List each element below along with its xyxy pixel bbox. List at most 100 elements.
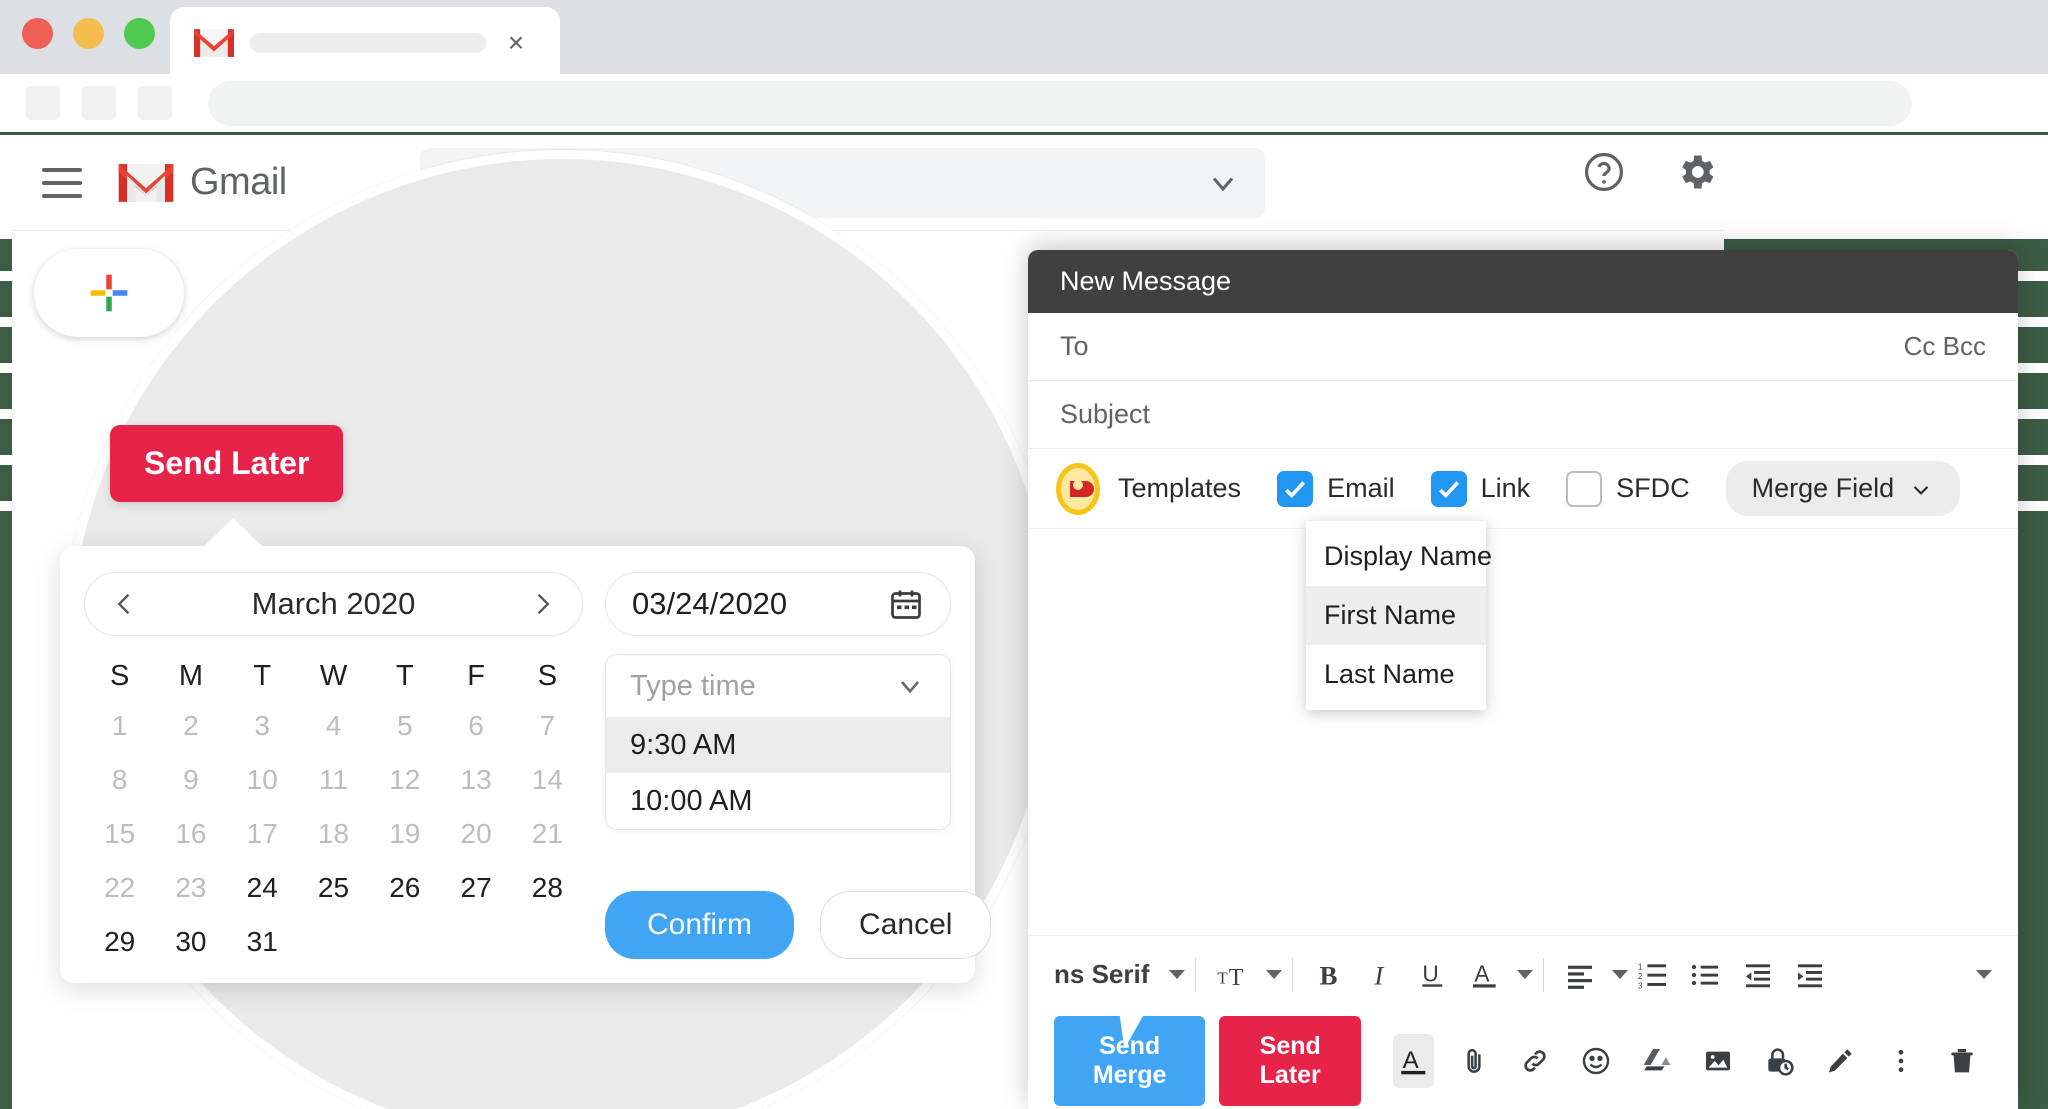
chevron-down-icon[interactable] xyxy=(894,670,926,702)
back-button[interactable] xyxy=(26,86,60,120)
help-icon[interactable] xyxy=(1582,150,1626,194)
link-checkbox-label[interactable]: Link xyxy=(1481,473,1531,504)
subject-field[interactable]: Subject xyxy=(1060,399,1986,430)
cc-bcc-toggle[interactable]: Cc Bcc xyxy=(1904,331,1986,362)
calendar-day[interactable]: 16 xyxy=(155,807,226,861)
align-icon[interactable] xyxy=(1564,959,1596,991)
chevron-down-icon[interactable] xyxy=(1517,970,1534,979)
more-options-icon[interactable] xyxy=(1880,1034,1921,1088)
calendar-day[interactable]: 3 xyxy=(227,699,298,753)
calendar-day[interactable]: 1 xyxy=(84,699,155,753)
calendar-day[interactable]: 21 xyxy=(512,807,583,861)
calendar-day[interactable]: 5 xyxy=(369,699,440,753)
merge-field-dropdown[interactable]: Merge Field xyxy=(1725,461,1961,516)
calendar-day[interactable]: 28 xyxy=(512,861,583,915)
main-menu-icon[interactable] xyxy=(42,167,82,198)
calendar-day[interactable]: 14 xyxy=(512,753,583,807)
time-option[interactable]: 9:30 AM xyxy=(606,717,950,773)
compose-button[interactable] xyxy=(34,249,184,337)
drive-icon[interactable] xyxy=(1637,1034,1678,1088)
chevron-down-icon[interactable] xyxy=(1169,970,1186,979)
calendar-day[interactable]: 31 xyxy=(227,915,298,969)
cancel-button[interactable]: Cancel xyxy=(820,891,992,959)
numbered-list-icon[interactable]: 123 xyxy=(1638,959,1670,991)
chevron-left-icon[interactable] xyxy=(111,590,139,618)
browser-tab[interactable]: × xyxy=(170,7,560,79)
attach-icon[interactable] xyxy=(1454,1034,1495,1088)
email-checkbox-label[interactable]: Email xyxy=(1327,473,1395,504)
more-format-icon[interactable] xyxy=(1976,970,1992,979)
calendar-icon[interactable] xyxy=(888,586,924,622)
calendar-day[interactable]: 10 xyxy=(227,753,298,807)
merge-field-option-display-name[interactable]: Display Name xyxy=(1306,527,1492,586)
link-checkbox[interactable] xyxy=(1430,470,1467,507)
calendar-day[interactable]: 27 xyxy=(440,861,511,915)
calendar-day[interactable]: 29 xyxy=(84,915,155,969)
calendar-day[interactable]: 15 xyxy=(84,807,155,861)
send-later-button[interactable]: Send Later xyxy=(1219,1016,1362,1106)
calendar-day[interactable]: 7 xyxy=(512,699,583,753)
underline-icon[interactable]: U xyxy=(1417,959,1449,991)
image-icon[interactable] xyxy=(1698,1034,1739,1088)
calendar-day[interactable]: 9 xyxy=(155,753,226,807)
text-color-icon[interactable]: A xyxy=(1469,959,1501,991)
text-size-icon[interactable]: TT xyxy=(1216,958,1250,992)
confirm-button[interactable]: Confirm xyxy=(605,891,795,959)
calendar-day[interactable]: 12 xyxy=(369,753,440,807)
minimize-window-button[interactable] xyxy=(73,18,104,49)
calendar-day[interactable]: 22 xyxy=(84,861,155,915)
calendar-day[interactable]: 26 xyxy=(369,861,440,915)
email-checkbox-group[interactable]: Email xyxy=(1277,470,1395,507)
date-input[interactable]: 03/24/2020 xyxy=(605,572,951,636)
italic-icon[interactable]: I xyxy=(1365,959,1397,991)
send-later-button-magnified[interactable]: Send Later xyxy=(110,425,344,502)
merge-field-option-last-name[interactable]: Last Name xyxy=(1306,645,1486,704)
emoji-icon[interactable] xyxy=(1576,1034,1617,1088)
trash-icon[interactable] xyxy=(1941,1034,1982,1088)
to-field[interactable]: To xyxy=(1060,331,1904,362)
email-checkbox[interactable] xyxy=(1277,470,1314,507)
time-option[interactable]: 10:00 AM xyxy=(606,773,950,829)
link-icon[interactable] xyxy=(1515,1034,1556,1088)
calendar-day[interactable]: 18 xyxy=(298,807,369,861)
calendar-day[interactable]: 4 xyxy=(298,699,369,753)
calendar-day[interactable]: 30 xyxy=(155,915,226,969)
calendar-day[interactable]: 11 xyxy=(298,753,369,807)
chevron-down-icon[interactable] xyxy=(1266,970,1283,979)
sfdc-checkbox-group[interactable]: SFDC xyxy=(1566,470,1690,507)
close-tab-button[interactable]: × xyxy=(496,23,536,63)
format-text-icon[interactable]: A xyxy=(1393,1034,1435,1088)
confidential-mode-icon[interactable] xyxy=(1758,1034,1799,1088)
bulleted-list-icon[interactable] xyxy=(1690,959,1722,991)
signature-icon[interactable] xyxy=(1819,1034,1860,1088)
chevron-down-icon[interactable] xyxy=(1205,165,1241,201)
calendar-day[interactable]: 25 xyxy=(298,861,369,915)
sfdc-checkbox-label[interactable]: SFDC xyxy=(1616,473,1690,504)
close-window-button[interactable] xyxy=(22,18,53,49)
message-body-editor[interactable] xyxy=(1028,529,2018,935)
gear-icon[interactable] xyxy=(1674,150,1718,194)
calendar-day[interactable]: 13 xyxy=(440,753,511,807)
calendar-day[interactable]: 17 xyxy=(227,807,298,861)
templates-label[interactable]: Templates xyxy=(1118,473,1241,504)
forward-button[interactable] xyxy=(82,86,116,120)
to-field-row[interactable]: To Cc Bcc xyxy=(1028,313,2018,381)
calendar-day[interactable]: 8 xyxy=(84,753,155,807)
calendar-day[interactable]: 20 xyxy=(440,807,511,861)
chevron-down-icon[interactable] xyxy=(1612,970,1629,979)
bold-icon[interactable]: B xyxy=(1313,959,1345,991)
calendar-day[interactable]: 19 xyxy=(369,807,440,861)
chevron-right-icon[interactable] xyxy=(528,590,556,618)
window-traffic-lights[interactable] xyxy=(22,18,155,49)
sfdc-checkbox[interactable] xyxy=(1566,470,1603,507)
calendar-day[interactable]: 2 xyxy=(155,699,226,753)
indent-less-icon[interactable] xyxy=(1742,959,1774,991)
link-checkbox-group[interactable]: Link xyxy=(1430,470,1531,507)
calendar-day[interactable]: 24 xyxy=(227,861,298,915)
font-family-selector[interactable]: ns Serif xyxy=(1054,959,1149,990)
time-input[interactable]: Type time xyxy=(606,655,950,717)
indent-more-icon[interactable] xyxy=(1794,959,1826,991)
maximize-window-button[interactable] xyxy=(124,18,155,49)
address-bar[interactable] xyxy=(208,80,1912,126)
subject-field-row[interactable]: Subject xyxy=(1028,381,2018,449)
